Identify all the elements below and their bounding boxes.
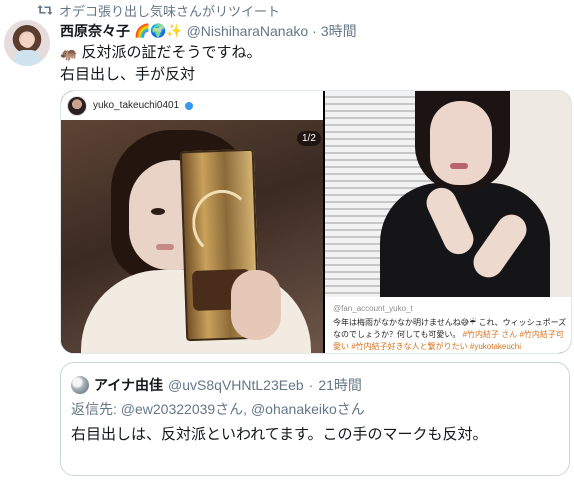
instagram-username: yuko_takeuchi0401 [93,100,180,111]
media-image-right[interactable]: @fan_account_yuko_t 今年は梅雨がなかなか明けませんね😅☔ こ… [325,91,571,353]
tweet-text-line-2: 右目出し、手が反対 [60,66,196,83]
tweet-text-line-1: 反対派の証だそうですね。 [81,44,262,61]
tweet-header: 西原奈々子 🌈🌍✨ @NishiharaNanako · 3時間 [60,20,357,42]
avatar-shirt [14,50,41,66]
author-handle[interactable]: @NishiharaNanako [187,23,309,39]
tweet-text: 🦛 反対派の証だそうですね。 右目出し、手が反対 [60,42,560,86]
retweet-icon [37,5,53,15]
image-caption: @fan_account_yuko_t 今年は梅雨がなかなか明けませんね😅☔ こ… [333,303,567,353]
retweet-context-text[interactable]: オデコ張り出し気味さんがリツイート [59,1,280,20]
quoted-timestamp: 21時間 [318,377,362,393]
avatar-face [21,33,34,48]
tweet-timestamp[interactable]: 3時間 [321,21,357,41]
photo-woman-hand-gesture [325,91,571,297]
quoted-author-handle: @uvS8qVHNtL23Eeb [168,377,304,393]
reply-targets[interactable]: @ew20322039さん, @ohanakeikoさん [121,401,365,417]
instagram-header: yuko_takeuchi0401 [61,91,323,120]
author-emojis: 🌈🌍✨ [134,23,183,38]
header-separator: · [312,23,317,39]
caption-account: @fan_account_yuko_t [333,304,413,313]
quoted-tweet-text: 右目出しは、反対派といわれてます。この手のマークも反対。 [71,426,488,443]
quoted-avatar [71,376,89,394]
tweet-media: yuko_takeuchi0401 1/2 @fan_account_yuko_… [60,90,572,354]
hippo-emoji: 🦛 [60,45,78,61]
quoted-author-name: アイナ由佳 [94,377,164,393]
quoted-tweet[interactable]: アイナ由佳 @uvS8qVHNtL23Eeb · 21時間 返信先: @ew20… [60,362,570,476]
quoted-separator: · [308,377,314,393]
instagram-avatar [67,95,87,116]
author-name[interactable]: 西原奈々子 [60,21,130,41]
reply-prefix: 返信先: [71,401,117,417]
author-avatar[interactable] [4,20,50,66]
verified-icon [185,101,194,110]
retweet-context: オデコ張り出し気味さんがリツイート [37,0,280,20]
quoted-tweet-header: アイナ由佳 @uvS8qVHNtL23Eeb · 21時間 [71,375,362,395]
photo-woman-with-chocolate [61,120,323,353]
media-image-left[interactable]: yuko_takeuchi0401 1/2 [61,91,323,353]
quoted-reply-context: 返信先: @ew20322039さん, @ohanakeikoさん [71,399,365,419]
image-counter: 1/2 [297,131,321,146]
